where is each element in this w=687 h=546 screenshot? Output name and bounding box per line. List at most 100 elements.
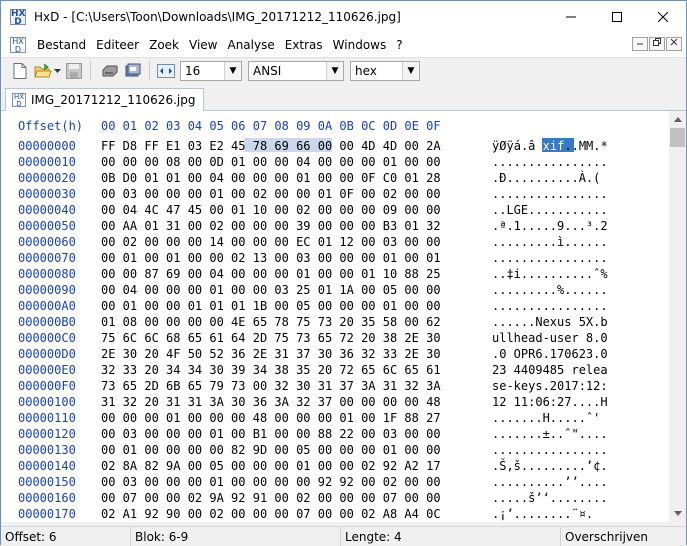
row-offset: 00000000: [18, 139, 76, 153]
status-mode[interactable]: Overschrijven: [561, 527, 684, 546]
row-hex-bytes[interactable]: 00 04 00 00 00 01 00 00 03 25 01 1A 00 0…: [101, 283, 441, 297]
row-offset: 000000A0: [18, 299, 76, 313]
row-hex-bytes[interactable]: 00 04 4C 47 45 00 01 10 00 02 00 00 00 0…: [101, 203, 441, 217]
menu-view[interactable]: View: [184, 38, 222, 52]
hxd-app-icon: HX D: [10, 9, 26, 27]
row-ascii[interactable]: ......Nexus 5X.b: [492, 315, 608, 329]
mdi-minimize-button[interactable]: [632, 37, 648, 51]
row-ascii[interactable]: ................: [492, 251, 608, 265]
row-hex-bytes[interactable]: 02 A1 92 90 00 02 00 00 00 07 00 00 02 A…: [101, 507, 441, 521]
row-hex-bytes[interactable]: 00 00 00 01 00 00 00 48 00 00 00 01 00 1…: [101, 411, 441, 425]
save-icon: [66, 63, 82, 79]
row-hex-bytes[interactable]: 73 65 2D 6B 65 79 73 00 32 30 31 37 3A 3…: [101, 379, 441, 393]
row-offset: 00000160: [18, 491, 76, 505]
row-ascii[interactable]: ................: [492, 299, 608, 313]
menu-bestand[interactable]: Bestand: [32, 38, 91, 52]
hex-editor[interactable]: Offset(h) 00 01 02 03 04 05 06 07 08 09 …: [1, 111, 686, 522]
save-button[interactable]: [64, 61, 84, 81]
open-dropdown-button[interactable]: [53, 61, 61, 81]
chevron-up-icon: [673, 117, 682, 122]
row-hex-bytes[interactable]: 00 03 00 00 00 01 00 00 00 00 92 92 00 0…: [101, 475, 441, 489]
vertical-scrollbar[interactable]: [669, 111, 686, 522]
row-hex-bytes[interactable]: 32 33 20 34 34 30 39 34 38 35 20 72 65 6…: [101, 363, 441, 377]
menu-windows[interactable]: Windows: [328, 38, 392, 52]
maximize-button[interactable]: [594, 1, 640, 33]
row-hex-bytes[interactable]: 02 8A 82 9A 00 05 00 00 00 01 00 00 02 9…: [101, 459, 441, 473]
mdi-restore-button[interactable]: [649, 37, 665, 51]
row-ascii[interactable]: ..‡i..........ˆ%: [492, 267, 608, 281]
row-hex-bytes[interactable]: 00 01 00 01 00 00 02 13 00 03 00 00 00 0…: [101, 251, 441, 265]
menu-help[interactable]: ?: [391, 38, 407, 52]
row-hex-bytes[interactable]: 00 AA 01 31 00 02 00 00 00 39 00 00 00 B…: [101, 219, 441, 233]
tab-document[interactable]: HX D IMG_20171212_110626.jpg: [5, 88, 205, 111]
row-ascii[interactable]: .Ð..........À.(: [492, 171, 600, 185]
scroll-down-button[interactable]: [669, 505, 686, 522]
row-hex-bytes[interactable]: 00 01 00 00 00 00 82 9D 00 05 00 00 00 0…: [101, 443, 441, 457]
row-ascii[interactable]: .........ì......: [492, 235, 608, 249]
row-ascii[interactable]: .Š‚š.........’¢.: [492, 459, 608, 473]
new-file-icon: [13, 63, 27, 79]
row-offset: 00000080: [18, 267, 76, 281]
row-hex-bytes[interactable]: 31 32 20 31 31 3A 30 36 3A 32 37 00 00 0…: [101, 395, 441, 409]
chevron-down-icon: ▼: [326, 62, 343, 80]
row-ascii[interactable]: 23 4409485 relea: [492, 363, 608, 377]
row-offset: 00000040: [18, 203, 76, 217]
bytes-per-row-value: 16: [185, 64, 201, 78]
row-ascii[interactable]: ................: [492, 443, 608, 457]
row-ascii[interactable]: .........%......: [492, 283, 608, 297]
row-hex-bytes[interactable]: 00 01 00 00 01 01 01 1B 00 05 00 00 00 0…: [101, 299, 441, 313]
row-ascii[interactable]: .0 OPR6.170623.0: [492, 347, 608, 361]
row-ascii[interactable]: ................: [492, 155, 608, 169]
charset-select[interactable]: ANSI ▼: [248, 61, 344, 81]
row-ascii[interactable]: 12 11:06:27....H: [492, 395, 608, 409]
new-file-button[interactable]: [10, 61, 30, 81]
minimize-button[interactable]: [548, 1, 594, 33]
row-hex-bytes[interactable]: FF D8 FF E1 03 E2 45 78 69 66 00 00 4D 4…: [101, 139, 441, 153]
row-ascii[interactable]: .....š’‘........: [492, 491, 608, 505]
row-hex-bytes[interactable]: 00 02 00 00 00 14 00 00 00 EC 01 12 00 0…: [101, 235, 441, 249]
offset-base-select[interactable]: hex ▼: [350, 61, 420, 81]
toolbar-separator: [149, 61, 150, 81]
row-ascii[interactable]: se-keys.2017:12:: [492, 379, 608, 393]
open-file-button[interactable]: [33, 61, 53, 81]
row-ascii[interactable]: ..........’’....: [492, 475, 608, 489]
menu-zoek[interactable]: Zoek: [144, 38, 184, 52]
row-hex-bytes[interactable]: 00 03 00 00 00 01 00 02 00 00 01 0F 00 0…: [101, 187, 441, 201]
row-hex-bytes[interactable]: 00 03 00 00 00 01 00 B1 00 00 88 22 00 0…: [101, 427, 441, 441]
title-bar[interactable]: HX D HxD - [C:\Users\Toon\Downloads\IMG_2…: [1, 1, 686, 33]
row-hex-bytes[interactable]: 01 08 00 00 00 00 4E 65 78 75 73 20 35 5…: [101, 315, 441, 329]
document-menu-icon[interactable]: HX D: [10, 37, 26, 54]
open-memory-button[interactable]: [123, 61, 143, 81]
scroll-up-button[interactable]: [669, 111, 686, 128]
row-hex-bytes[interactable]: 0B D0 01 01 00 04 00 00 00 01 00 00 0F C…: [101, 171, 441, 185]
row-ascii[interactable]: ullhead-user 8.0: [492, 331, 608, 345]
row-hex-bytes[interactable]: 00 00 87 69 00 04 00 00 00 01 00 00 01 1…: [101, 267, 441, 281]
row-hex-bytes[interactable]: 75 6C 6C 68 65 61 64 2D 75 73 65 72 20 3…: [101, 331, 441, 345]
row-ascii[interactable]: .¡’........¨¤.: [492, 507, 593, 521]
row-hex-bytes[interactable]: 00 00 00 08 00 0D 01 00 00 04 00 00 00 0…: [101, 155, 441, 169]
row-ascii[interactable]: .......H.....ˆ': [492, 411, 600, 425]
row-ascii[interactable]: ÿØÿá.âExif..MM.*: [492, 139, 608, 153]
bytes-per-row-select[interactable]: 16 ▼: [180, 61, 242, 81]
row-offset: 000000F0: [18, 379, 76, 393]
row-offset: 00000020: [18, 171, 76, 185]
row-ascii[interactable]: .ª.1.....9...³.2: [492, 219, 608, 233]
row-ascii[interactable]: ................: [492, 187, 608, 201]
close-icon: [658, 12, 668, 22]
row-hex-bytes[interactable]: 2E 30 20 4F 50 52 36 2E 31 37 30 36 32 3…: [101, 347, 441, 361]
row-hex-bytes[interactable]: 00 07 00 00 02 9A 92 91 00 02 00 00 00 0…: [101, 491, 441, 505]
open-disk-button[interactable]: [100, 61, 120, 81]
menu-analyse[interactable]: Analyse: [222, 38, 279, 52]
mdi-close-button[interactable]: [666, 37, 682, 51]
row-offset: 00000070: [18, 251, 76, 265]
row-ascii[interactable]: .......±..ˆ"....: [492, 427, 608, 441]
status-block: Blok: 6-9: [131, 527, 341, 546]
row-offset: 00000150: [18, 475, 76, 489]
menu-editeer[interactable]: Editeer: [91, 38, 144, 52]
row-offset: 00000100: [18, 395, 76, 409]
row-ascii[interactable]: ..LGE...........: [492, 203, 608, 217]
status-offset: Offset: 6: [1, 527, 131, 546]
close-button[interactable]: [640, 1, 686, 33]
menu-extras[interactable]: Extras: [280, 38, 328, 52]
scroll-thumb[interactable]: [670, 128, 685, 147]
